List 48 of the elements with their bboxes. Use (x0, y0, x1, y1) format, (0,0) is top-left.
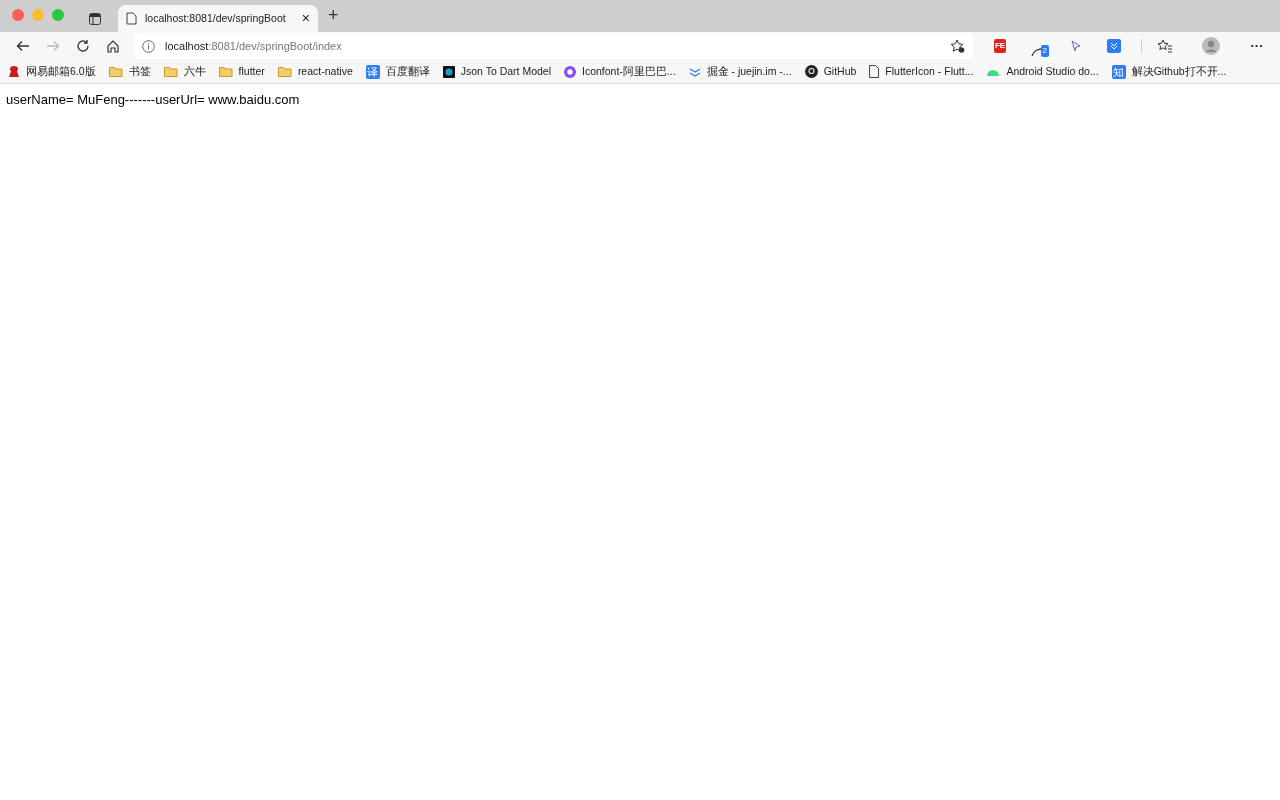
folder-icon (163, 66, 178, 77)
info-icon (142, 39, 155, 53)
count-badge: 2 (1040, 45, 1049, 57)
bookmark-item[interactable]: GitHub (804, 63, 857, 80)
bookmark-icon: 译 (365, 64, 380, 79)
page-icon (869, 65, 880, 78)
bookmark-icon: 知 (1111, 64, 1126, 79)
sidebar-icon-drawing (89, 12, 101, 25)
url-text: localhost:8081/dev/springBoot/index (165, 38, 343, 54)
address-bar[interactable]: localhost:8081/dev/springBoot/index (134, 33, 973, 59)
arrow-icon (16, 40, 30, 52)
arrow-icon (46, 40, 60, 52)
folder-icon (108, 66, 123, 77)
bookmark-item[interactable]: FlutterIcon - Flutt... (869, 63, 974, 80)
bookmark-item[interactable]: 知 解决Github打不开... (1111, 63, 1227, 80)
extension-button[interactable]: FE (985, 33, 1015, 59)
ring-icon (564, 65, 576, 78)
chevron-icon (688, 66, 701, 77)
folder-icon (218, 66, 233, 77)
bookmark-item[interactable]: 网易邮箱6.0版 (8, 63, 96, 80)
download-icon (1107, 39, 1121, 53)
reload-icon (76, 39, 90, 53)
avatar-icon (1202, 37, 1220, 55)
bookmark-item[interactable]: 书签 (108, 63, 151, 80)
app-icon (442, 65, 455, 78)
window-control-icon[interactable] (12, 9, 24, 21)
bookmark-item[interactable]: flutter (218, 63, 265, 80)
favorite-add-icon (950, 39, 965, 53)
browser-tab[interactable]: localhost:8081/dev/springBoot × (118, 5, 318, 32)
close-button[interactable]: × (301, 8, 310, 29)
menu-button[interactable]: ··· (1242, 33, 1272, 59)
bookmark-item[interactable]: 掘金 - juejin.im -... (688, 63, 792, 80)
bookmark-item[interactable]: Iconfont-阿里巴巴... (564, 63, 676, 80)
home-icon (106, 39, 120, 53)
bookmark-item[interactable]: 译 百度翻译 (365, 63, 430, 80)
favorites-icon (1157, 39, 1173, 53)
bookmark-item[interactable]: Json To Dart Model (442, 63, 551, 80)
bookmark-item[interactable]: react-native (277, 63, 353, 80)
cursor-icon (1071, 40, 1081, 52)
extension-icon: FE (993, 39, 1007, 53)
bookmark-item[interactable]: Android Studio do... (986, 63, 1099, 80)
page-text: userName= MuFeng-------userUrl= www.baidu.com (5, 91, 301, 109)
tab-title: localhost:8081/dev/springBoot (145, 10, 287, 26)
page-icon (126, 12, 137, 25)
bookmark-item[interactable]: 六牛 (163, 63, 206, 80)
folder-icon (277, 66, 292, 77)
extension-button[interactable]: 2 (1023, 33, 1053, 59)
new-tab-button[interactable]: + (328, 2, 339, 29)
